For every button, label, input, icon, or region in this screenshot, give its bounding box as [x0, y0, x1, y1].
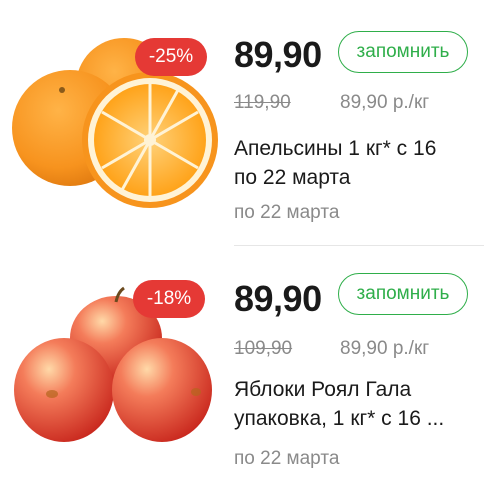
product-title[interactable]: Яблоки Роял Гала упаковка, 1 кг* с 16 ..…: [234, 375, 484, 433]
discount-badge: -18%: [133, 280, 205, 318]
unit-price: 89,90 р./кг: [340, 92, 430, 113]
product-title-line: по 22 марта: [234, 166, 351, 189]
unit-price: 89,90 р./кг: [340, 338, 430, 359]
promo-end-date: по 22 марта: [234, 202, 340, 223]
price: 89,90: [234, 34, 322, 75]
remember-button[interactable]: запомнить: [338, 31, 468, 73]
old-price: 119,90: [234, 92, 291, 113]
remember-button[interactable]: запомнить: [338, 273, 468, 315]
price: 89,90: [234, 278, 322, 319]
product-card[interactable]: -25% 89,90 запомнить 119,90 89,90 р./кг …: [0, 0, 502, 245]
discount-badge: -25%: [135, 38, 207, 76]
product-title-line: Яблоки Роял Гала: [234, 378, 412, 401]
promo-end-date: по 22 марта: [234, 448, 340, 469]
product-title[interactable]: Апельсины 1 кг* с 16 по 22 марта: [234, 134, 484, 192]
product-title-line: упаковка, 1 кг* с 16 ...: [234, 407, 445, 430]
old-price: 109,90: [234, 338, 293, 359]
product-card[interactable]: -18% 89,90 запомнить 109,90 89,90 р./кг …: [0, 246, 502, 485]
product-title-line: Апельсины 1 кг* с 16: [234, 137, 437, 160]
